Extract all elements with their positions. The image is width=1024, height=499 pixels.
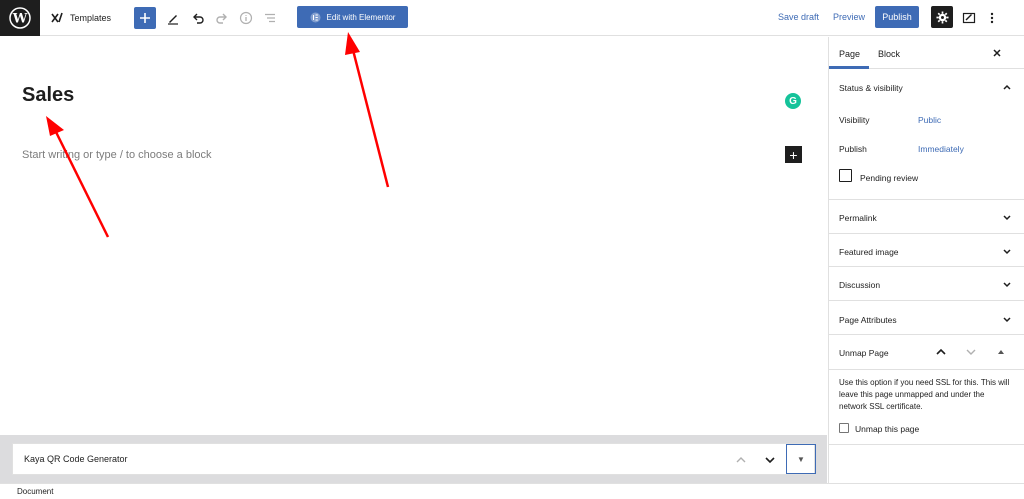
- wordpress-logo-icon[interactable]: W: [0, 0, 40, 36]
- chevron-down-icon: [1003, 282, 1011, 288]
- info-icon: [239, 11, 253, 25]
- panel-discussion[interactable]: Discussion: [829, 267, 1024, 301]
- edit-box-icon: [962, 12, 976, 24]
- settings-button[interactable]: [931, 6, 953, 28]
- block-inserter-button[interactable]: [134, 7, 156, 29]
- panel-page-attributes[interactable]: Page Attributes: [829, 301, 1024, 335]
- move-up-button[interactable]: [732, 451, 750, 469]
- visibility-value-link[interactable]: Public: [918, 115, 941, 125]
- panel-status-visibility-title[interactable]: Status & visibility: [839, 83, 903, 93]
- editor-top-toolbar: W Templates Edit with Elementor Save dra…: [0, 0, 1024, 36]
- panel-unmap-page: Unmap Page Use this option if you need S…: [829, 335, 1024, 445]
- chevron-up-icon[interactable]: [935, 346, 947, 358]
- grammarly-icon[interactable]: G: [785, 93, 801, 109]
- save-draft-button[interactable]: Save draft: [778, 12, 819, 22]
- templates-label: Templates: [70, 13, 112, 23]
- elementor-templates-icon: [51, 12, 63, 23]
- plus-icon: [140, 13, 150, 23]
- panel-featured-image-title: Featured image: [839, 247, 899, 257]
- redo-icon: [216, 13, 227, 24]
- editor-canvas: Sales G Start writing or type / to choos…: [0, 37, 827, 435]
- undo-icon: [193, 13, 204, 24]
- tab-block[interactable]: Block: [878, 49, 900, 59]
- sidebar-tabs: Page Block: [829, 37, 1024, 69]
- publish-date-link[interactable]: Immediately: [918, 144, 964, 154]
- add-block-button[interactable]: +: [785, 146, 802, 163]
- edit-with-elementor-label: Edit with Elementor: [326, 12, 396, 22]
- chevron-down-icon: [1003, 215, 1011, 221]
- elementor-toggle-button[interactable]: [960, 8, 978, 28]
- publish-button[interactable]: Publish: [875, 6, 919, 28]
- toggle-panel-button[interactable]: ▼: [786, 444, 816, 474]
- unmap-description: Use this option if you need SSL for this…: [839, 378, 1010, 411]
- unmap-page-checkbox[interactable]: [839, 423, 849, 433]
- kaya-qr-metabox: Kaya QR Code Generator ▼: [12, 443, 816, 475]
- chevron-down-icon: [1003, 249, 1011, 255]
- metabox-area: Kaya QR Code Generator ▼: [0, 435, 827, 483]
- close-sidebar-button[interactable]: [990, 46, 1004, 60]
- block-placeholder[interactable]: Start writing or type / to choose a bloc…: [22, 149, 212, 161]
- post-title[interactable]: Sales: [22, 84, 74, 107]
- chevron-down-icon: [1003, 317, 1011, 323]
- panel-permalink-title: Permalink: [839, 213, 877, 223]
- panel-discussion-title: Discussion: [839, 280, 881, 290]
- unmap-page-label: Unmap this page: [855, 424, 920, 434]
- chevron-down-icon: [765, 457, 775, 464]
- active-tab-indicator: [829, 66, 869, 69]
- caret-up-icon[interactable]: [996, 347, 1006, 357]
- visibility-label: Visibility: [839, 115, 870, 125]
- preview-button[interactable]: Preview: [833, 12, 865, 22]
- panel-unmap-page-title: Unmap Page: [839, 348, 889, 358]
- list-view-button[interactable]: [261, 8, 279, 28]
- move-down-button[interactable]: [761, 451, 779, 469]
- chevron-down-icon[interactable]: [965, 346, 977, 358]
- metabox-title: Kaya QR Code Generator: [24, 454, 128, 464]
- tools-button[interactable]: [164, 8, 182, 28]
- publish-label: Publish: [839, 144, 867, 154]
- chevron-up-icon[interactable]: [1002, 82, 1012, 92]
- list-view-icon: [265, 13, 275, 23]
- panel-page-attributes-title: Page Attributes: [839, 315, 897, 325]
- caret-down-icon: ▼: [797, 454, 805, 464]
- pending-review-label: Pending review: [860, 173, 919, 183]
- panel-status-visibility: Status & visibility Visibility Public Pu…: [829, 70, 1024, 200]
- pencil-icon: [168, 15, 178, 25]
- redo-button[interactable]: [213, 8, 231, 28]
- settings-sidebar: Page Block Status & visibility Visibilit…: [828, 37, 1024, 483]
- panel-featured-image[interactable]: Featured image: [829, 234, 1024, 267]
- breadcrumb-document[interactable]: Document: [17, 487, 53, 496]
- details-button[interactable]: [237, 8, 255, 28]
- vertical-ellipsis-icon: [990, 12, 994, 24]
- block-breadcrumb-bar: Document: [0, 483, 1024, 499]
- pending-review-checkbox[interactable]: [839, 169, 852, 182]
- chevron-up-icon: [736, 457, 746, 463]
- templates-link[interactable]: Templates: [50, 8, 111, 28]
- elementor-icon: [310, 12, 321, 22]
- edit-with-elementor-button[interactable]: Edit with Elementor: [297, 6, 408, 28]
- panel-permalink[interactable]: Permalink: [829, 200, 1024, 234]
- gear-icon: [935, 10, 949, 24]
- plus-icon: +: [789, 146, 798, 163]
- more-options-button[interactable]: [983, 8, 1001, 28]
- undo-button[interactable]: [189, 8, 207, 28]
- tab-page[interactable]: Page: [839, 49, 860, 59]
- svg-text:W: W: [12, 12, 28, 27]
- divider: [829, 369, 1024, 370]
- close-icon: [993, 49, 1001, 57]
